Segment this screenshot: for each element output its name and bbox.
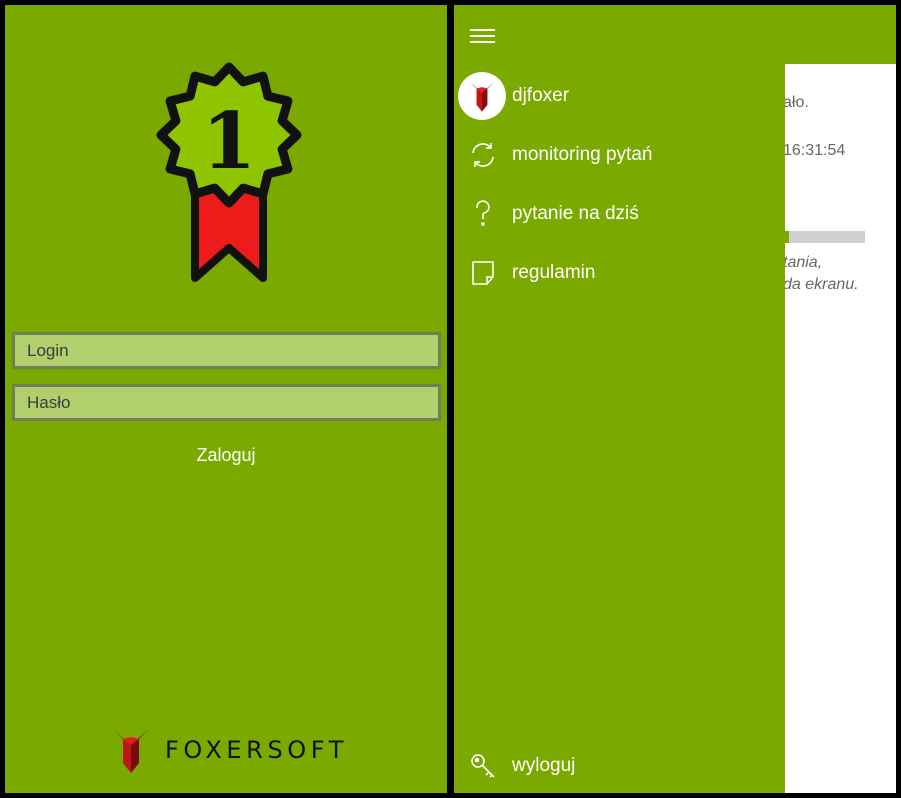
brand-logo: FOXERSOFT [111,724,348,776]
logout-button[interactable]: wyloguj [454,741,785,791]
user-name: djfoxer [512,85,570,106]
badge-number: 1 [202,96,256,187]
content-hint: da ekranu. [785,276,859,293]
login-button[interactable]: Zaloguj [5,441,447,469]
password-field[interactable] [12,384,441,421]
nav-item-question-today[interactable]: pytanie na dziś [454,189,785,239]
refresh-icon [472,143,494,167]
first-place-badge-icon: 1 [156,62,302,282]
brand-name: FOXERSOFT [165,736,349,764]
nav-item-rules[interactable]: regulamin [454,248,785,298]
fox-logo-icon [113,729,149,773]
nav-label: monitoring pytań [512,144,653,165]
content-text: ało. [785,94,809,111]
hamburger-menu-button[interactable] [466,21,496,49]
content-time: 16:31:54 [785,142,846,159]
app-screen: ało. 16:31:54 tania, da ekranu. djfoxer [454,5,896,793]
hamburger-line [470,41,495,43]
content-panel: ało. 16:31:54 tania, da ekranu. [785,64,896,793]
logout-label: wyloguj [512,755,576,776]
progress-fill [785,231,789,243]
hamburger-line [470,29,495,31]
login-field[interactable] [12,332,441,369]
nav-label: pytanie na dziś [512,203,639,224]
user-profile-item[interactable]: djfoxer [454,71,785,121]
avatar [458,72,506,120]
progress-bar [785,231,865,243]
question-icon [476,200,490,226]
navigation-drawer: djfoxer monitoring pytań pytanie na dziś… [454,59,785,793]
document-icon [472,261,494,285]
hamburger-line [470,35,495,37]
nav-item-monitoring[interactable]: monitoring pytań [454,130,785,180]
key-icon [471,754,495,778]
login-screen: 1 Zaloguj FOXERSOFT [5,5,447,793]
content-hint: tania, [785,254,823,271]
nav-label: regulamin [512,262,596,283]
fox-avatar-icon [469,81,495,112]
